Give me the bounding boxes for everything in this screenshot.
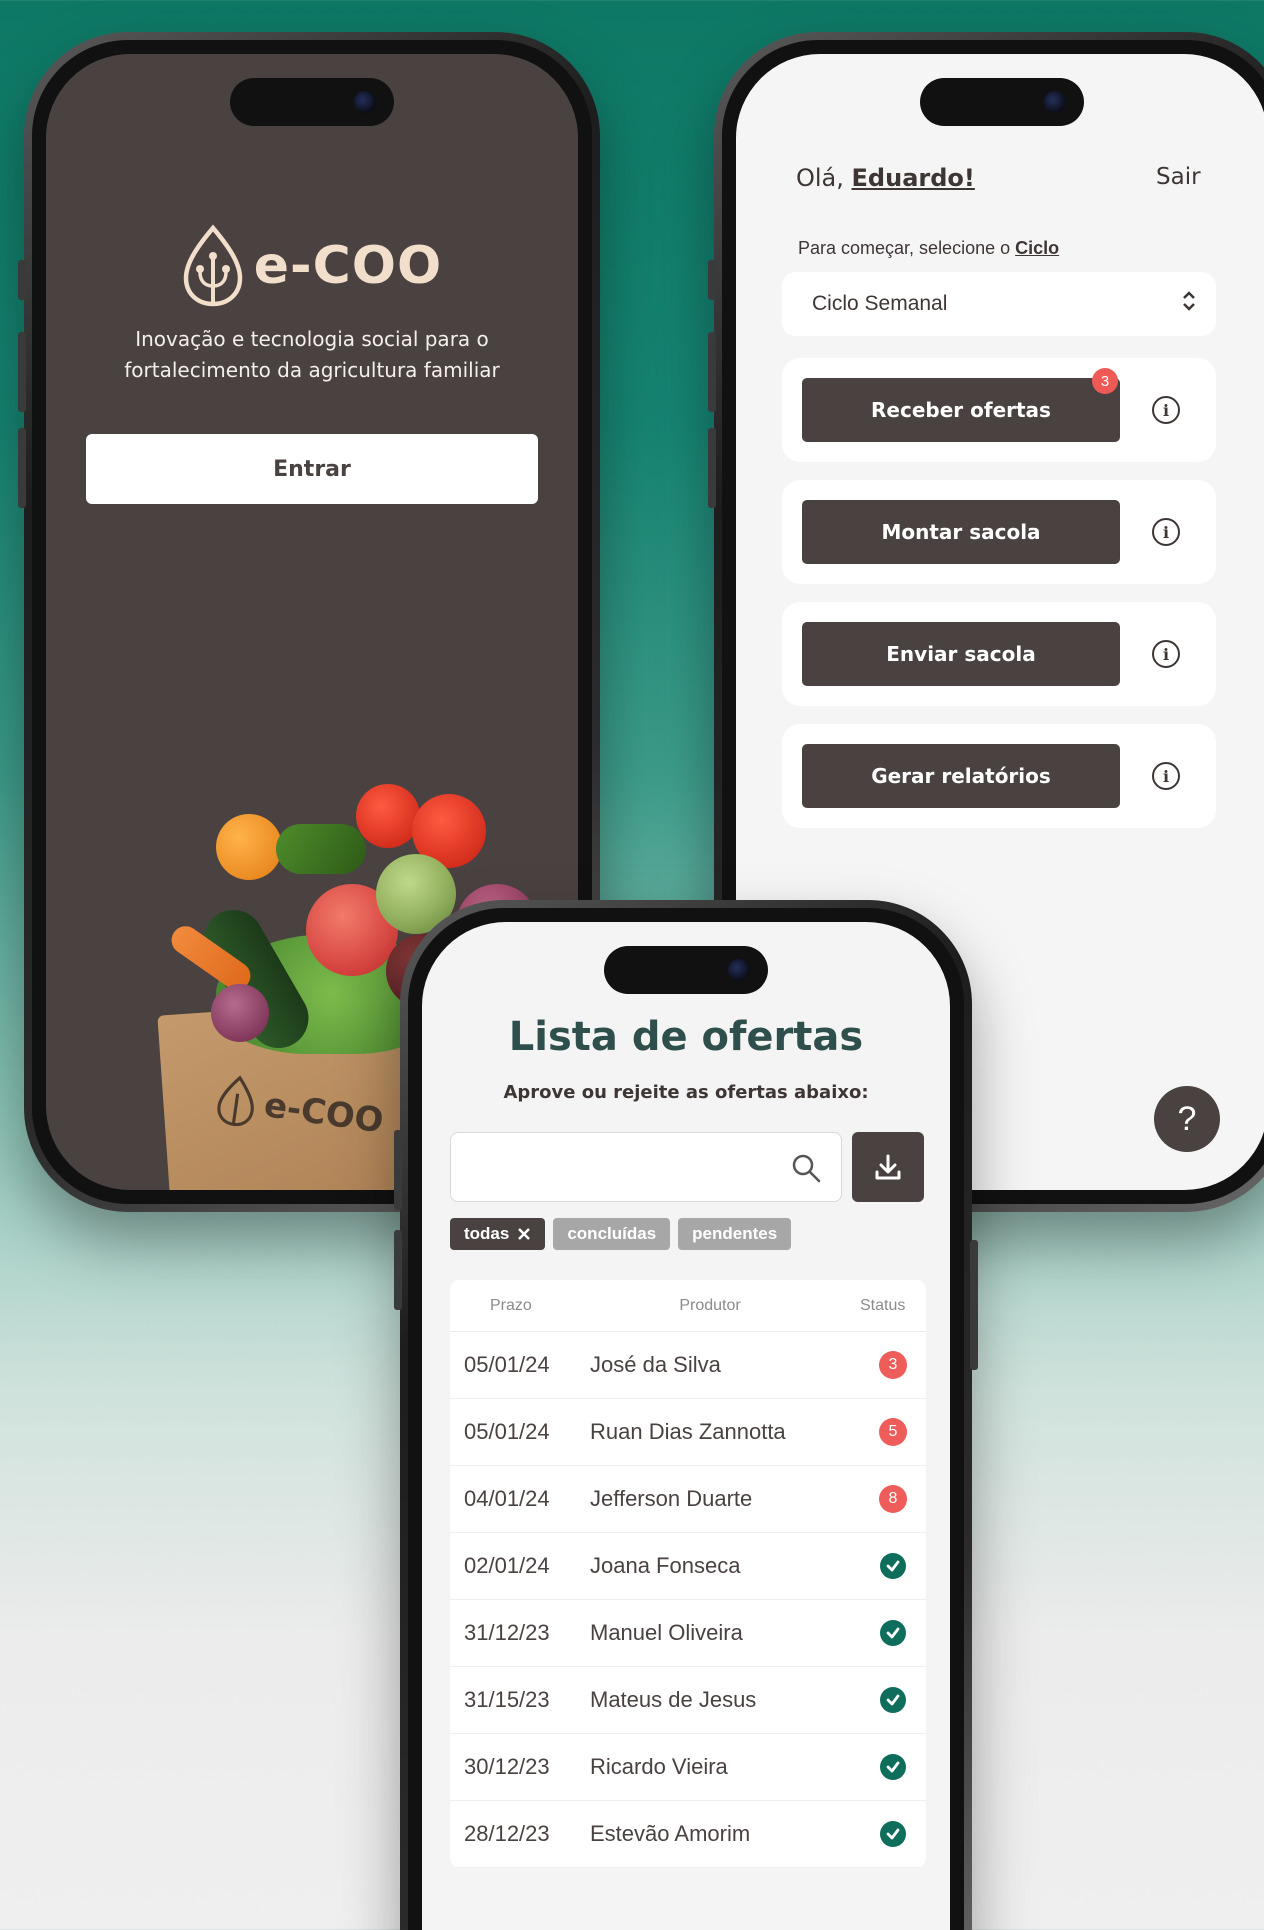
brand-logo: e-COO	[46, 224, 578, 308]
cell-produtor: Mateus de Jesus	[590, 1687, 757, 1712]
cell-produtor: Ruan Dias Zannotta	[590, 1419, 786, 1444]
bag-brand-text: e-COO	[261, 1085, 386, 1142]
onion-left	[211, 984, 269, 1042]
table-row[interactable]: 02/01/24 Joana Fonseca	[450, 1533, 926, 1600]
filter-chip-todas[interactable]: todas	[450, 1218, 546, 1250]
cycle-hint: Para começar, selecione o Ciclo	[798, 238, 1059, 259]
cell-produtor: Jefferson Duarte	[590, 1486, 753, 1511]
dynamic-island	[230, 78, 394, 126]
cell-produtor: José da Silva	[590, 1352, 721, 1377]
cell-produtor: Joana Fonseca	[590, 1553, 741, 1578]
cell-prazo: 30/12/23	[464, 1754, 550, 1779]
cell-status	[860, 1821, 926, 1847]
action-card-relatorios: Gerar relatórios i	[782, 724, 1216, 828]
cell-status: 3	[860, 1351, 926, 1379]
cell-prazo: 04/01/24	[464, 1486, 550, 1511]
table-row[interactable]: 04/01/24 Jefferson Duarte 8	[450, 1466, 926, 1533]
enter-button[interactable]: Entrar	[86, 434, 538, 504]
help-button[interactable]: ?	[1154, 1086, 1220, 1152]
column-header-status[interactable]: Status	[860, 1297, 926, 1315]
filter-chip-concluidas[interactable]: concluídas	[553, 1218, 671, 1250]
tomato-1	[356, 784, 420, 848]
phone-offers: Lista de ofertas Aprove ou rejeite as of…	[394, 900, 978, 1930]
cell-status	[860, 1754, 926, 1780]
table-row[interactable]: 28/12/23 Estevão Amorim	[450, 1801, 926, 1868]
cell-prazo: 02/01/24	[464, 1553, 550, 1578]
close-icon[interactable]	[517, 1227, 531, 1241]
brand-name: e-COO	[253, 236, 443, 296]
cell-status	[860, 1620, 926, 1646]
check-circle-icon	[880, 1754, 906, 1780]
check-circle-icon	[880, 1553, 906, 1579]
chip-label: todas	[464, 1224, 510, 1243]
generate-reports-button[interactable]: Gerar relatórios	[802, 744, 1120, 808]
offers-table: Prazo Produtor Status 05/01/24 José da Si…	[450, 1280, 926, 1868]
cycle-selected-value: Ciclo Semanal	[812, 292, 948, 315]
cell-prazo: 31/15/23	[464, 1687, 550, 1712]
cell-status	[860, 1687, 926, 1713]
pepper	[276, 824, 366, 874]
dynamic-island	[604, 946, 768, 994]
logout-button[interactable]: Sair	[1156, 164, 1201, 190]
cell-produtor: Ricardo Vieira	[590, 1754, 728, 1779]
cell-produtor: Estevão Amorim	[590, 1821, 751, 1846]
info-icon[interactable]: i	[1152, 762, 1180, 790]
cell-prazo: 05/01/24	[464, 1352, 550, 1377]
cell-prazo: 31/12/23	[464, 1620, 550, 1645]
orange	[216, 814, 282, 880]
receive-offers-button[interactable]: Receber ofertas	[802, 378, 1120, 442]
cell-status: 5	[860, 1418, 926, 1446]
table-row[interactable]: 05/01/24 José da Silva 3	[450, 1332, 926, 1399]
greeting-prefix: Olá,	[796, 164, 852, 192]
check-circle-icon	[880, 1821, 906, 1847]
cell-status	[860, 1553, 926, 1579]
pending-count-badge: 8	[879, 1485, 907, 1513]
check-circle-icon	[880, 1620, 906, 1646]
table-row[interactable]: 05/01/24 Ruan Dias Zannotta 5	[450, 1399, 926, 1466]
tagline: Inovação e tecnologia social para o fort…	[124, 327, 500, 382]
column-header-produtor[interactable]: Produtor	[590, 1297, 860, 1315]
pending-count-badge: 5	[879, 1418, 907, 1446]
table-row[interactable]: 31/12/23 Manuel Oliveira	[450, 1600, 926, 1667]
filter-chips: todas concluídas pendentes	[450, 1218, 792, 1250]
select-chevron-icon	[1182, 290, 1196, 313]
bag-logo-icon	[217, 1075, 254, 1127]
cycle-hint-link[interactable]: Ciclo	[1015, 238, 1059, 258]
send-bag-button[interactable]: Enviar sacola	[802, 622, 1120, 686]
dynamic-island	[920, 78, 1084, 126]
build-bag-button[interactable]: Montar sacola	[802, 500, 1120, 564]
info-icon[interactable]: i	[1152, 518, 1180, 546]
cycle-hint-text: Para começar, selecione o	[798, 238, 1016, 258]
search-icon[interactable]	[791, 1153, 821, 1183]
action-card-receber: Receber ofertas 3 i	[782, 358, 1216, 462]
offers-screen: Lista de ofertas Aprove ou rejeite as of…	[422, 922, 950, 1930]
cell-status: 8	[860, 1485, 926, 1513]
leaf-logo-icon	[183, 224, 243, 307]
cell-prazo: 28/12/23	[464, 1821, 550, 1846]
notification-badge: 3	[1092, 368, 1118, 394]
check-circle-icon	[880, 1687, 906, 1713]
filter-chip-pendentes[interactable]: pendentes	[678, 1218, 792, 1250]
column-header-prazo[interactable]: Prazo	[450, 1297, 590, 1315]
table-row[interactable]: 30/12/23 Ricardo Vieira	[450, 1734, 926, 1801]
info-icon[interactable]: i	[1152, 396, 1180, 424]
page-subtitle: Aprove ou rejeite as ofertas abaixo:	[503, 1082, 869, 1103]
search-input[interactable]	[450, 1132, 842, 1202]
action-card-enviar: Enviar sacola i	[782, 602, 1216, 706]
info-icon[interactable]: i	[1152, 640, 1180, 668]
table-header: Prazo Produtor Status	[450, 1280, 926, 1332]
pending-count-badge: 3	[879, 1351, 907, 1379]
download-button[interactable]	[852, 1132, 924, 1202]
download-icon	[875, 1154, 901, 1180]
cell-prazo: 05/01/24	[464, 1419, 550, 1444]
cell-produtor: Manuel Oliveira	[590, 1620, 743, 1645]
table-row[interactable]: 31/15/23 Mateus de Jesus	[450, 1667, 926, 1734]
page-title: Lista de ofertas	[508, 1014, 864, 1060]
user-name-link[interactable]: Eduardo!	[852, 164, 975, 192]
cycle-select[interactable]: Ciclo Semanal	[782, 272, 1216, 336]
action-card-montar: Montar sacola i	[782, 480, 1216, 584]
greeting: Olá, Eduardo!	[796, 164, 975, 192]
